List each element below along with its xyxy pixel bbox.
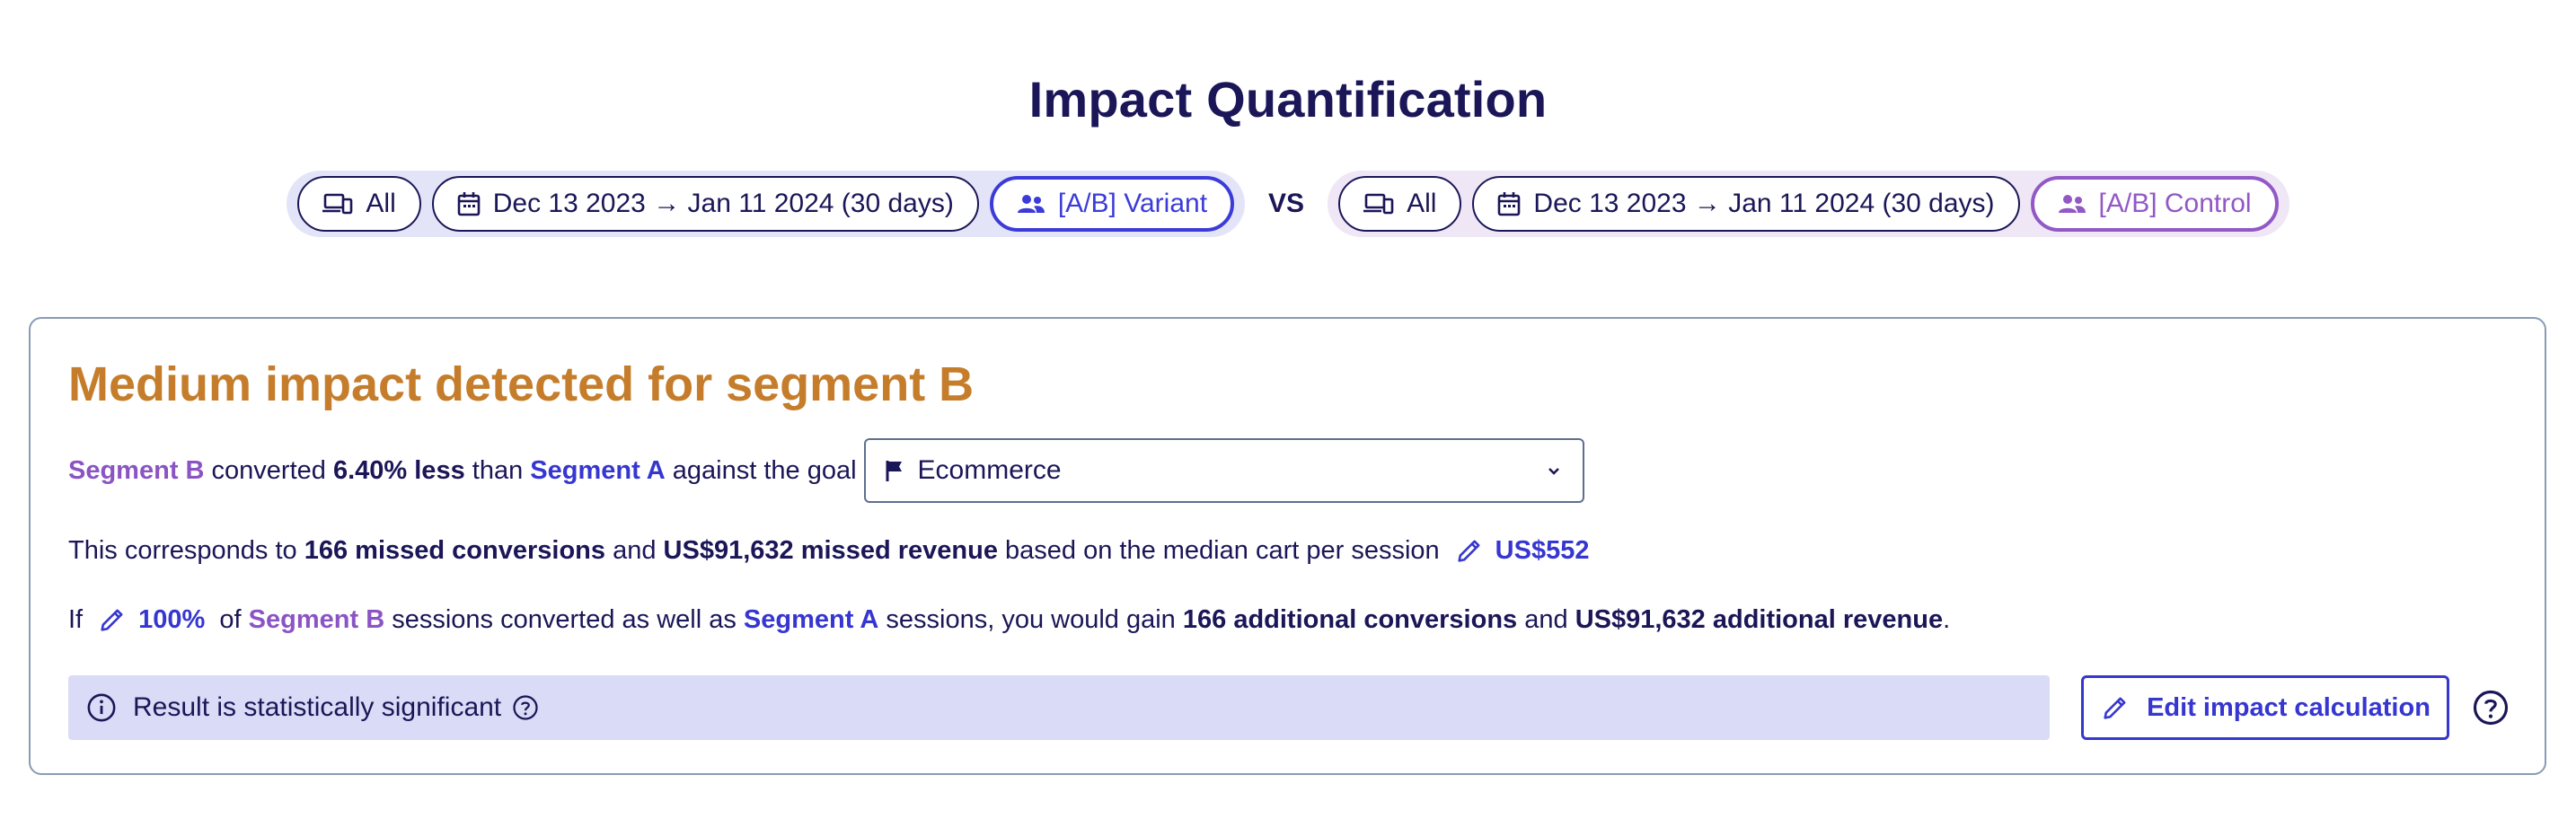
users-icon	[1017, 195, 1045, 213]
impact-quantification-page: Impact Quantification All Dec 13 2023 → …	[0, 0, 2576, 819]
page-title: Impact Quantification	[1028, 71, 1548, 128]
impact-heading: Medium impact detected for segment B	[68, 357, 975, 411]
calendar-icon	[1498, 192, 1521, 216]
vs-label: VS	[1268, 189, 1305, 218]
devices-icon	[1363, 193, 1394, 215]
segment-filter-variant[interactable]: [A/B] Variant	[989, 176, 1235, 232]
help-icon[interactable]	[512, 694, 539, 721]
goal-select[interactable]: Ecommerce	[863, 438, 1584, 503]
comparison-filters: All Dec 13 2023 → Jan 11 2024 (30 days)	[0, 171, 2576, 237]
help-icon	[2473, 690, 2509, 726]
calendar-icon	[457, 192, 481, 216]
significance-notice: Result is statistically significant	[68, 675, 2050, 740]
info-icon	[87, 693, 116, 722]
pencil-icon	[2104, 697, 2126, 719]
conversion-summary: Segment B converted 6.40% less than Segm…	[68, 438, 1584, 503]
pencil-icon	[101, 609, 123, 631]
device-filter-a[interactable]: All	[297, 176, 421, 232]
pencil-icon	[1458, 540, 1480, 562]
edit-percent-button[interactable]	[97, 604, 128, 635]
date-range-filter-b[interactable]: Dec 13 2023 → Jan 11 2024 (30 days)	[1472, 176, 2020, 232]
potential-gain-summary: If 100% of Segment B sessions converted …	[68, 604, 1951, 635]
segment-a-filters: All Dec 13 2023 → Jan 11 2024 (30 days)	[287, 171, 1246, 237]
edit-impact-calculation-button[interactable]: Edit impact calculation	[2081, 675, 2449, 740]
median-cart-value[interactable]: US$552	[1495, 536, 1590, 566]
goal-select-value: Ecommerce	[917, 455, 1062, 485]
impact-help-button[interactable]	[2472, 689, 2510, 727]
impact-card: Medium impact detected for segment B Seg…	[29, 317, 2546, 775]
flag-icon	[886, 461, 902, 481]
percent-value[interactable]: 100%	[138, 605, 205, 635]
device-filter-b[interactable]: All	[1338, 176, 1462, 232]
chevron-down-icon	[1548, 468, 1559, 475]
date-range-filter-a[interactable]: Dec 13 2023 → Jan 11 2024 (30 days)	[431, 176, 979, 232]
missed-revenue-summary: This corresponds to 166 missed conversio…	[68, 535, 1590, 566]
users-icon	[2058, 195, 2086, 213]
significance-text: Result is statistically significant	[133, 692, 502, 722]
devices-icon	[322, 193, 353, 215]
segment-filter-control[interactable]: [A/B] Control	[2030, 176, 2279, 232]
edit-median-cart-button[interactable]	[1454, 535, 1485, 566]
segment-b-filters: All Dec 13 2023 → Jan 11 2024 (30 days)	[1328, 171, 2289, 237]
